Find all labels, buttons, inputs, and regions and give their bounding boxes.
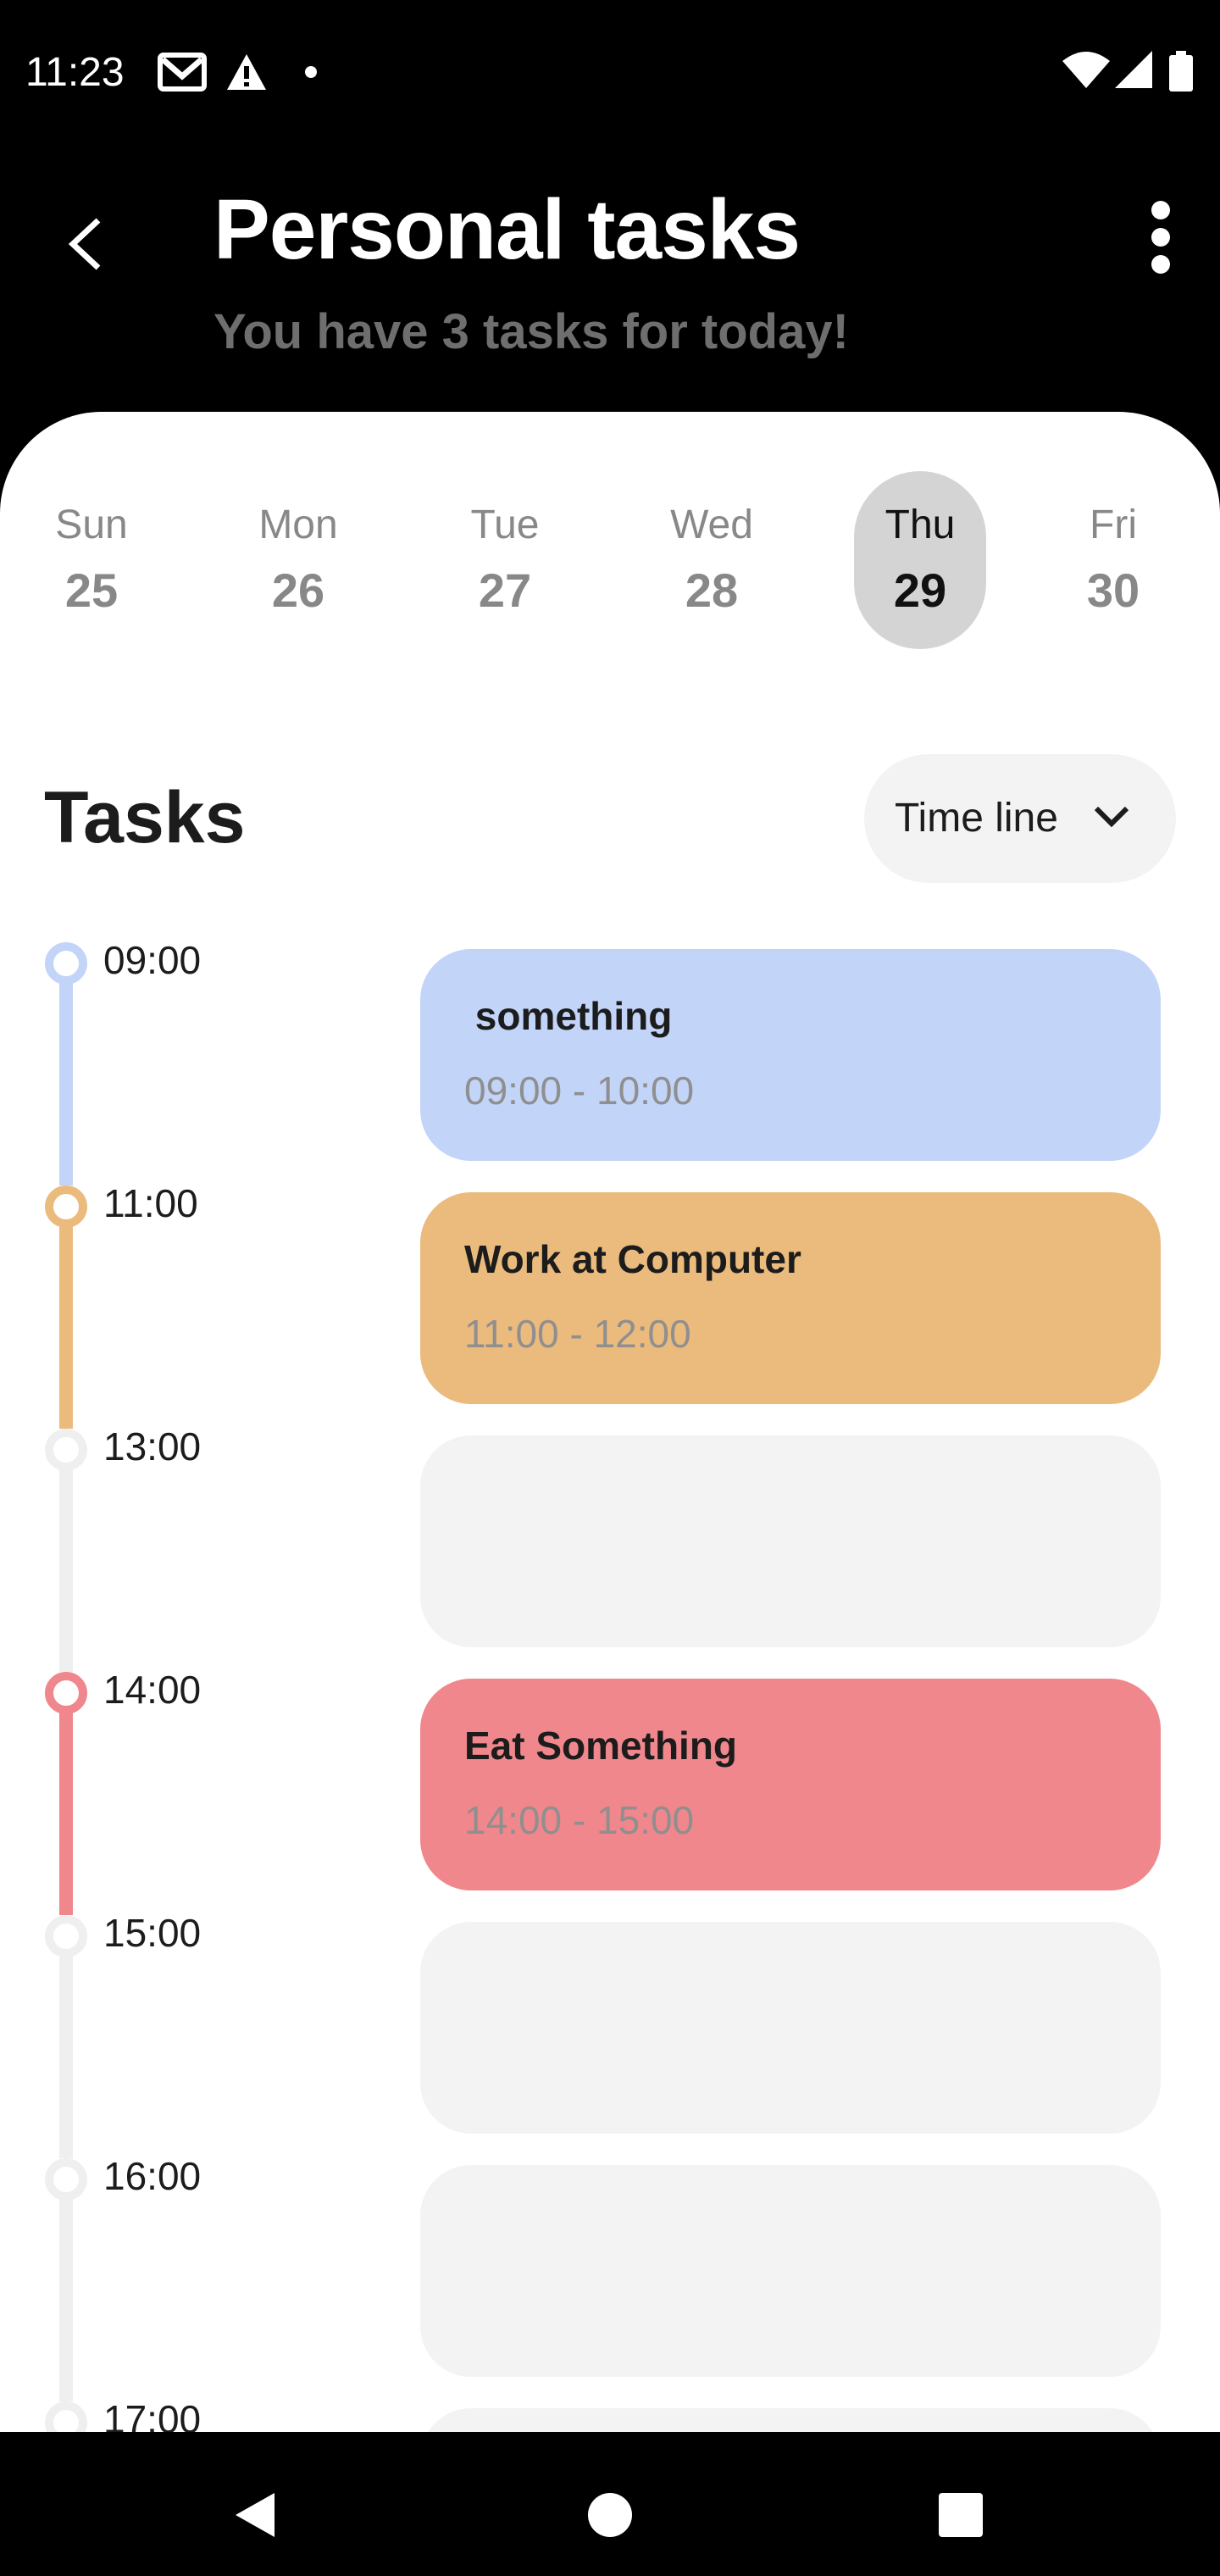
timeline-time-label: 17:00 — [103, 2397, 202, 2432]
back-button[interactable] — [51, 203, 119, 288]
nav-back-icon — [230, 2490, 278, 2545]
day-item-mon[interactable]: Mon 26 — [232, 471, 364, 649]
back-arrow-icon — [66, 217, 103, 275]
day-item-tue[interactable]: Tue 27 — [439, 471, 571, 649]
timeline-dot — [45, 942, 87, 985]
navigation-bar — [0, 2432, 1220, 2576]
page-title: Personal tasks — [214, 182, 801, 277]
empty-slot-card[interactable] — [420, 2408, 1161, 2432]
timeline-time-label: 13:00 — [103, 1424, 202, 1468]
content-sheet: Sun 25 Mon 26 Tue 27 Wed 28 Thu 29 Fri 3… — [0, 412, 1220, 2432]
timeline-dot — [45, 2158, 87, 2201]
tasks-heading: Tasks — [44, 777, 246, 858]
timeline-line — [59, 1437, 73, 1672]
chevron-down-icon — [1093, 798, 1130, 840]
day-item-thu[interactable]: Thu 29 — [854, 471, 986, 649]
gmail-icon — [158, 53, 207, 96]
task-title: Eat Something — [464, 1724, 738, 1768]
day-item-fri[interactable]: Fri 30 — [1047, 471, 1179, 649]
empty-slot-card[interactable] — [420, 1922, 1161, 2134]
view-mode-dropdown[interactable]: Time line — [864, 754, 1176, 883]
timeline-dot — [45, 1429, 87, 1471]
task-card[interactable]: something 09:00 - 10:00 — [420, 949, 1161, 1161]
page-subtitle: You have 3 tasks for today! — [214, 304, 849, 359]
timeline-time-label: 15:00 — [103, 1911, 202, 1955]
more-vertical-icon — [1151, 201, 1170, 219]
day-item-sun[interactable]: Sun 25 — [25, 471, 158, 649]
timeline-line — [59, 951, 73, 1185]
wifi-icon — [1062, 51, 1110, 92]
nav-recents-button[interactable] — [918, 2474, 1003, 2559]
empty-slot-card[interactable] — [420, 1435, 1161, 1647]
status-time: 11:23 — [25, 50, 125, 95]
signal-icon — [1115, 51, 1152, 92]
timeline-line — [59, 2167, 73, 2401]
task-card[interactable]: Eat Something 14:00 - 15:00 — [420, 1679, 1161, 1890]
battery-icon — [1169, 51, 1193, 96]
task-time-range: 09:00 - 10:00 — [464, 1069, 695, 1113]
more-options-button[interactable] — [1135, 186, 1186, 288]
nav-home-button[interactable] — [568, 2474, 652, 2559]
timeline-line — [59, 1924, 73, 2158]
dot-icon — [305, 66, 317, 82]
timeline-time-label: 11:00 — [103, 1181, 198, 1225]
empty-slot-card[interactable] — [420, 2165, 1161, 2377]
header: Personal tasks You have 3 tasks for toda… — [0, 144, 1220, 415]
timeline-time-label: 16:00 — [103, 2154, 202, 2198]
task-time-range: 14:00 - 15:00 — [464, 1798, 695, 1842]
timeline-line — [59, 1194, 73, 1429]
nav-home-icon — [587, 2492, 633, 2542]
timeline-dot — [45, 2401, 87, 2432]
day-item-wed[interactable]: Wed 28 — [646, 471, 778, 649]
timeline-dot — [45, 1185, 87, 1228]
nav-recents-icon — [938, 2492, 984, 2542]
nav-back-button[interactable] — [212, 2474, 297, 2559]
status-bar: 11:23 — [0, 0, 1220, 144]
timeline-dot — [45, 1672, 87, 1714]
alert-icon — [225, 53, 268, 96]
task-title: something — [464, 994, 673, 1038]
timeline-line — [59, 1680, 73, 1915]
task-title: Work at Computer — [464, 1237, 801, 1281]
timeline-time-label: 09:00 — [103, 938, 202, 982]
timeline-dot — [45, 1915, 87, 1957]
timeline-time-label: 14:00 — [103, 1668, 202, 1712]
view-mode-label: Time line — [895, 796, 1058, 841]
task-card[interactable]: Work at Computer 11:00 - 12:00 — [420, 1192, 1161, 1404]
task-time-range: 11:00 - 12:00 — [464, 1312, 691, 1356]
